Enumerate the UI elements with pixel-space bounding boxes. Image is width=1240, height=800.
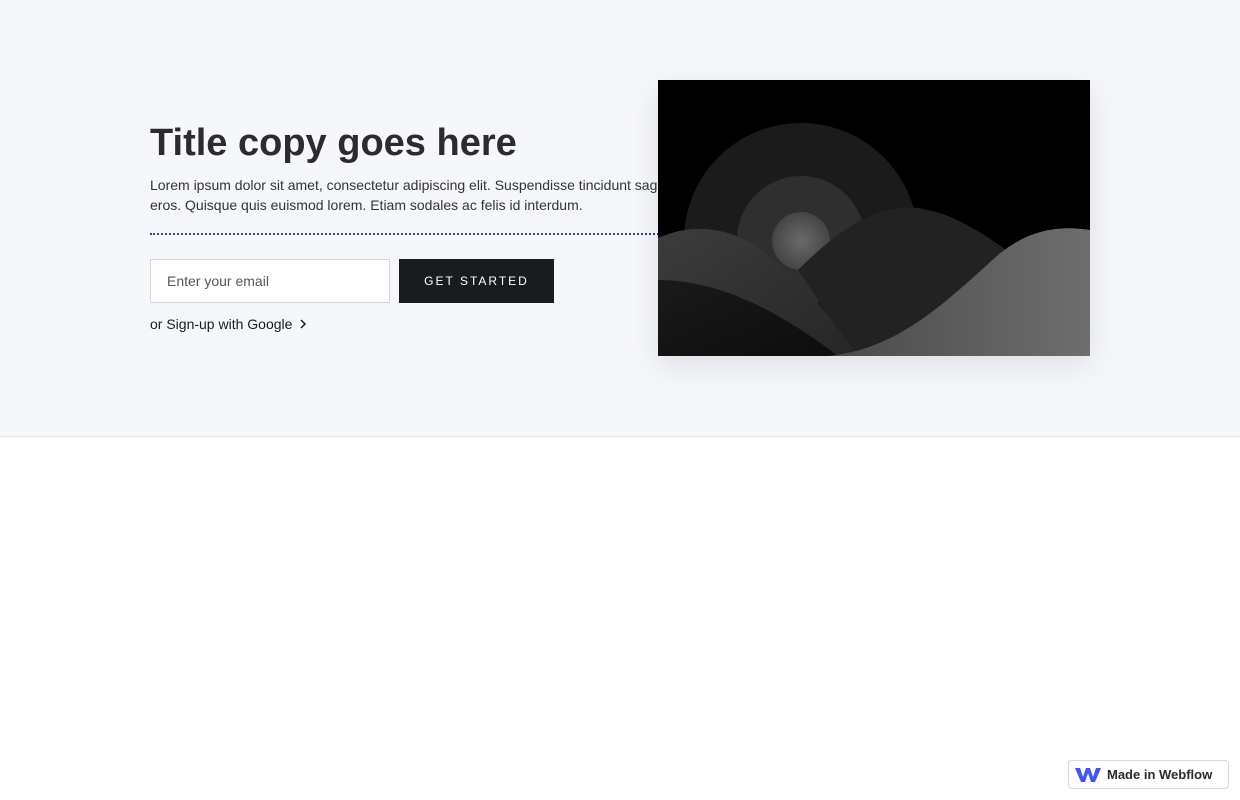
google-signup-link[interactable]: or Sign-up with Google bbox=[150, 316, 307, 332]
made-in-webflow-badge[interactable]: Made in Webflow bbox=[1068, 760, 1229, 789]
get-started-button[interactable]: GET STARTED bbox=[399, 259, 554, 303]
page-title: Title copy goes here bbox=[150, 122, 517, 164]
webflow-logo-icon bbox=[1075, 767, 1101, 782]
chevron-right-icon bbox=[300, 319, 307, 329]
hero-image bbox=[658, 80, 1090, 356]
placeholder-landscape-image-icon bbox=[658, 80, 1090, 356]
hero-description-text: Lorem ipsum dolor sit amet, consectetur … bbox=[150, 177, 662, 213]
hero-description: Lorem ipsum dolor sit amet, consectetur … bbox=[150, 175, 662, 235]
google-signup-label: or Sign-up with Google bbox=[150, 316, 293, 332]
made-in-webflow-label: Made in Webflow bbox=[1107, 767, 1213, 782]
email-input[interactable] bbox=[150, 259, 390, 303]
hero-section: Title copy goes here Lorem ipsum dolor s… bbox=[0, 0, 1240, 437]
